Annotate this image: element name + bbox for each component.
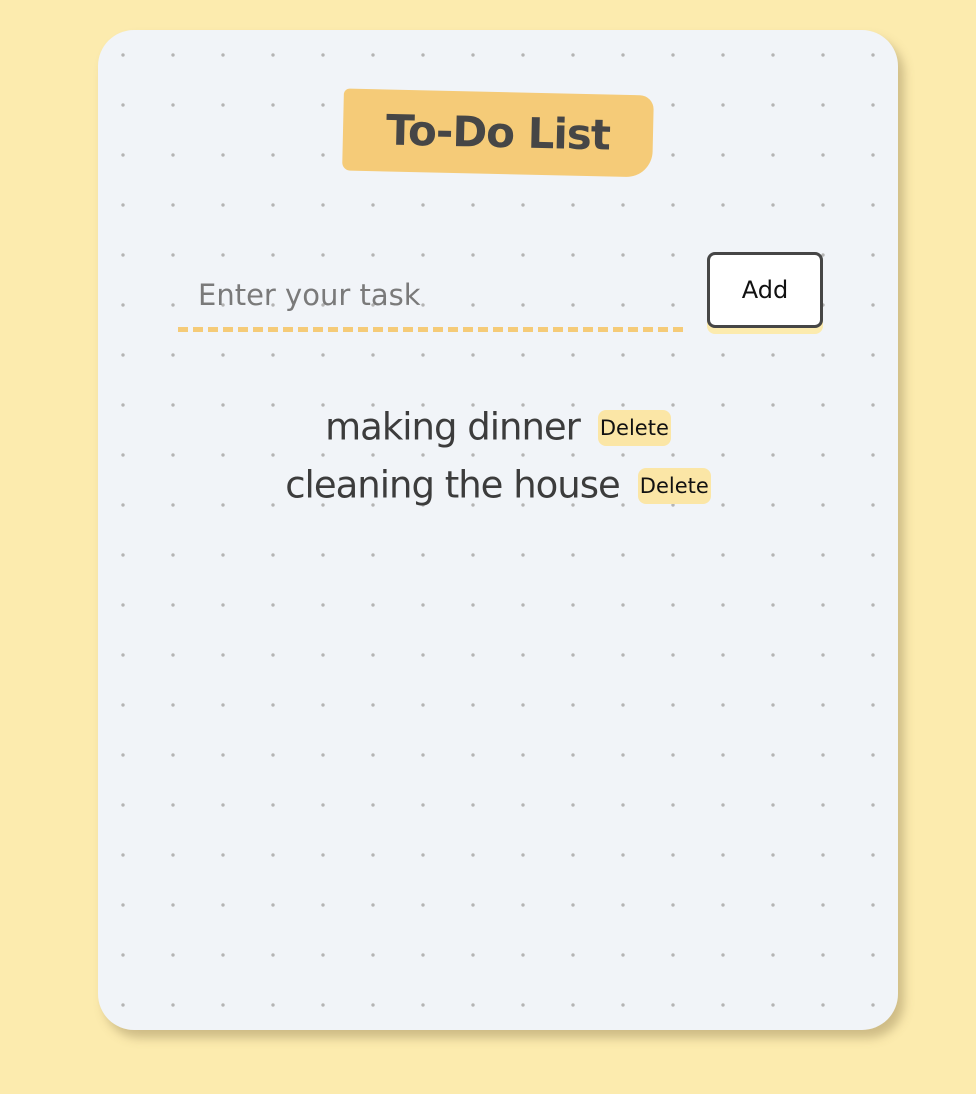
delete-button[interactable]: Delete: [637, 467, 711, 504]
page-title: To-Do List: [385, 105, 611, 160]
list-item: cleaning the house Delete: [98, 456, 898, 514]
list-item: making dinner Delete: [98, 398, 898, 456]
todo-card: To-Do List Add making dinner Delete clean…: [98, 30, 898, 1030]
add-button[interactable]: Add: [707, 252, 823, 328]
task-input[interactable]: [178, 262, 683, 332]
title-highlight: To-Do List: [342, 88, 654, 178]
task-list: making dinner Delete cleaning the house De…: [98, 398, 898, 514]
delete-button[interactable]: Delete: [597, 409, 671, 446]
task-text: making dinner: [325, 405, 581, 449]
task-text: cleaning the house: [285, 463, 621, 507]
